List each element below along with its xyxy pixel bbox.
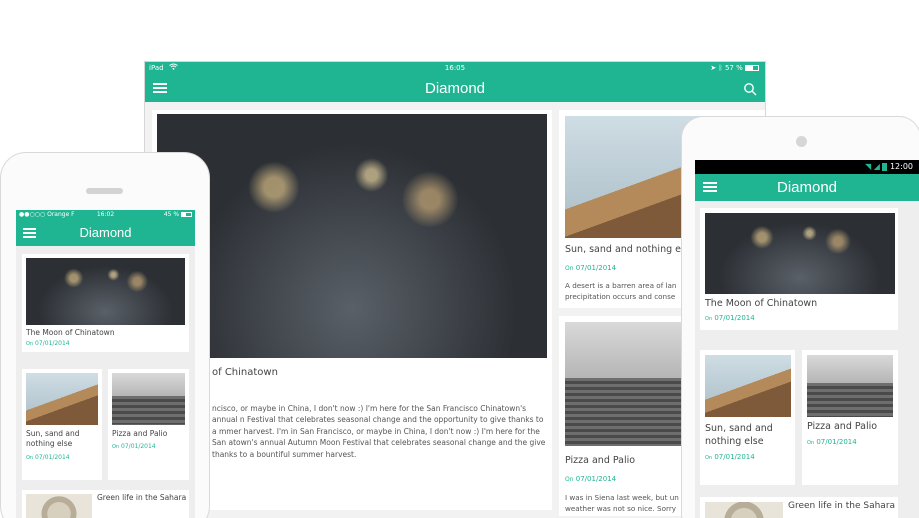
desert-dune-photo <box>26 373 98 425</box>
iphone-screen: ●●○○○ Orange F 16:02 45 % Diamond The Mo… <box>16 210 195 518</box>
android-app-bar: Diamond <box>695 174 919 201</box>
card-title: Pizza and Palio <box>112 429 168 438</box>
android-camera <box>796 136 807 147</box>
chinatown-photo <box>26 258 185 325</box>
card-title: The Moon of Chinatown <box>26 328 115 337</box>
signal-icon: ◢ <box>873 162 880 171</box>
android-device: ◥ ◢ 12:00 Diamond The Moon of Chinatown … <box>681 116 919 518</box>
tablet-status-bar: iPad 16:05 ➤ ᛒ 57 % <box>145 62 765 75</box>
android-status-bar: ◥ ◢ 12:00 <box>695 160 919 174</box>
stairs-photo <box>807 355 893 417</box>
card-title: Pizza and Palio <box>565 455 636 466</box>
iphone-speaker <box>86 188 123 194</box>
card-excerpt-line-1: I was in Siena last week, but un <box>565 493 679 502</box>
card-excerpt-line-1: A desert is a barren area of lan <box>565 281 677 290</box>
tablet-featured-article[interactable]: of Chinatown ncisco, or maybe in China, … <box>152 110 552 510</box>
iphone-card-sun-sand[interactable]: Sun, sand and nothing else On 07/01/2014 <box>22 369 102 480</box>
iphone-app-title: Diamond <box>79 225 132 240</box>
android-status-right: ◥ ◢ 12:00 <box>865 160 913 174</box>
battery-icon <box>181 212 192 217</box>
card-title: Sun, sand and nothing else <box>705 423 773 447</box>
card-title: The Moon of Chinatown <box>705 298 818 309</box>
card-date: On 07/01/2014 <box>565 475 617 483</box>
tablet-app-title: Diamond <box>424 80 486 97</box>
chinatown-photo <box>157 114 547 358</box>
device-showcase: iPad 16:05 ➤ ᛒ 57 % Diamond of Chinatown… <box>0 0 919 518</box>
featured-article-title: of Chinatown <box>212 367 278 378</box>
card-title: Sun, sand and nothing e <box>565 244 681 255</box>
bowl-photo <box>26 494 92 518</box>
tablet-battery-percent: 57 % <box>724 64 743 72</box>
featured-article-body: ncisco, or maybe in China, I don't now :… <box>212 404 546 459</box>
card-date: On 07/01/2014 <box>705 453 755 461</box>
iphone-battery: 45 % <box>164 210 192 220</box>
card-date: On 07/01/2014 <box>807 438 857 446</box>
wifi-icon: ◥ <box>864 162 872 171</box>
battery-icon <box>882 162 888 171</box>
tablet-clock: 16:05 <box>444 64 466 72</box>
card-title: Green life in the Sahara <box>97 493 187 502</box>
iphone-card-chinatown[interactable]: The Moon of Chinatown On 07/01/2014 <box>22 254 189 352</box>
card-title: Sun, sand and nothing else <box>26 429 80 448</box>
desert-dune-photo <box>705 355 791 417</box>
card-excerpt-line-2: precipitation occurs and conse <box>565 292 676 301</box>
android-card-green-life[interactable]: Green life in the Sahara <box>700 497 898 518</box>
location-icon: ➤ <box>710 64 717 72</box>
iphone-card-pizza-palio[interactable]: Pizza and Palio On 07/01/2014 <box>108 369 189 480</box>
iphone-card-green-life[interactable]: Green life in the Sahara <box>22 490 189 518</box>
iphone-device: ●●○○○ Orange F 16:02 45 % Diamond The Mo… <box>0 152 210 518</box>
stairs-photo <box>112 373 185 425</box>
tablet-battery: ➤ ᛒ 57 % <box>710 62 759 75</box>
tablet-app-bar: Diamond <box>145 75 765 102</box>
bowl-photo <box>705 502 783 518</box>
android-card-chinatown[interactable]: The Moon of Chinatown On 07/01/2014 <box>700 208 898 330</box>
card-date: On 07/01/2014 <box>565 264 617 272</box>
iphone-status-bar: ●●○○○ Orange F 16:02 45 % <box>16 210 195 220</box>
chinatown-photo <box>705 213 895 294</box>
card-title: Pizza and Palio <box>807 421 878 432</box>
card-excerpt-line-2: weather was not so nice. Sorry <box>565 504 677 513</box>
android-clock: 12:00 <box>889 162 913 171</box>
card-date: On 07/01/2014 <box>112 443 156 450</box>
tablet-device: iPad 16:05 ➤ ᛒ 57 % Diamond of Chinatown… <box>144 61 766 518</box>
search-icon[interactable] <box>743 81 757 96</box>
card-date: On 07/01/2014 <box>26 340 70 347</box>
android-card-pizza-palio[interactable]: Pizza and Palio On 07/01/2014 <box>802 350 898 485</box>
android-screen: ◥ ◢ 12:00 Diamond The Moon of Chinatown … <box>695 160 919 518</box>
iphone-app-bar: Diamond <box>16 220 195 246</box>
android-app-title: Diamond <box>776 179 838 196</box>
android-card-sun-sand[interactable]: Sun, sand and nothing else On 07/01/2014 <box>700 350 795 485</box>
bluetooth-icon: ᛒ <box>718 64 723 72</box>
battery-icon <box>745 65 759 71</box>
card-date: On 07/01/2014 <box>705 314 755 322</box>
card-title: Green life in the Sahara <box>788 501 896 511</box>
card-date: On 07/01/2014 <box>26 454 70 461</box>
